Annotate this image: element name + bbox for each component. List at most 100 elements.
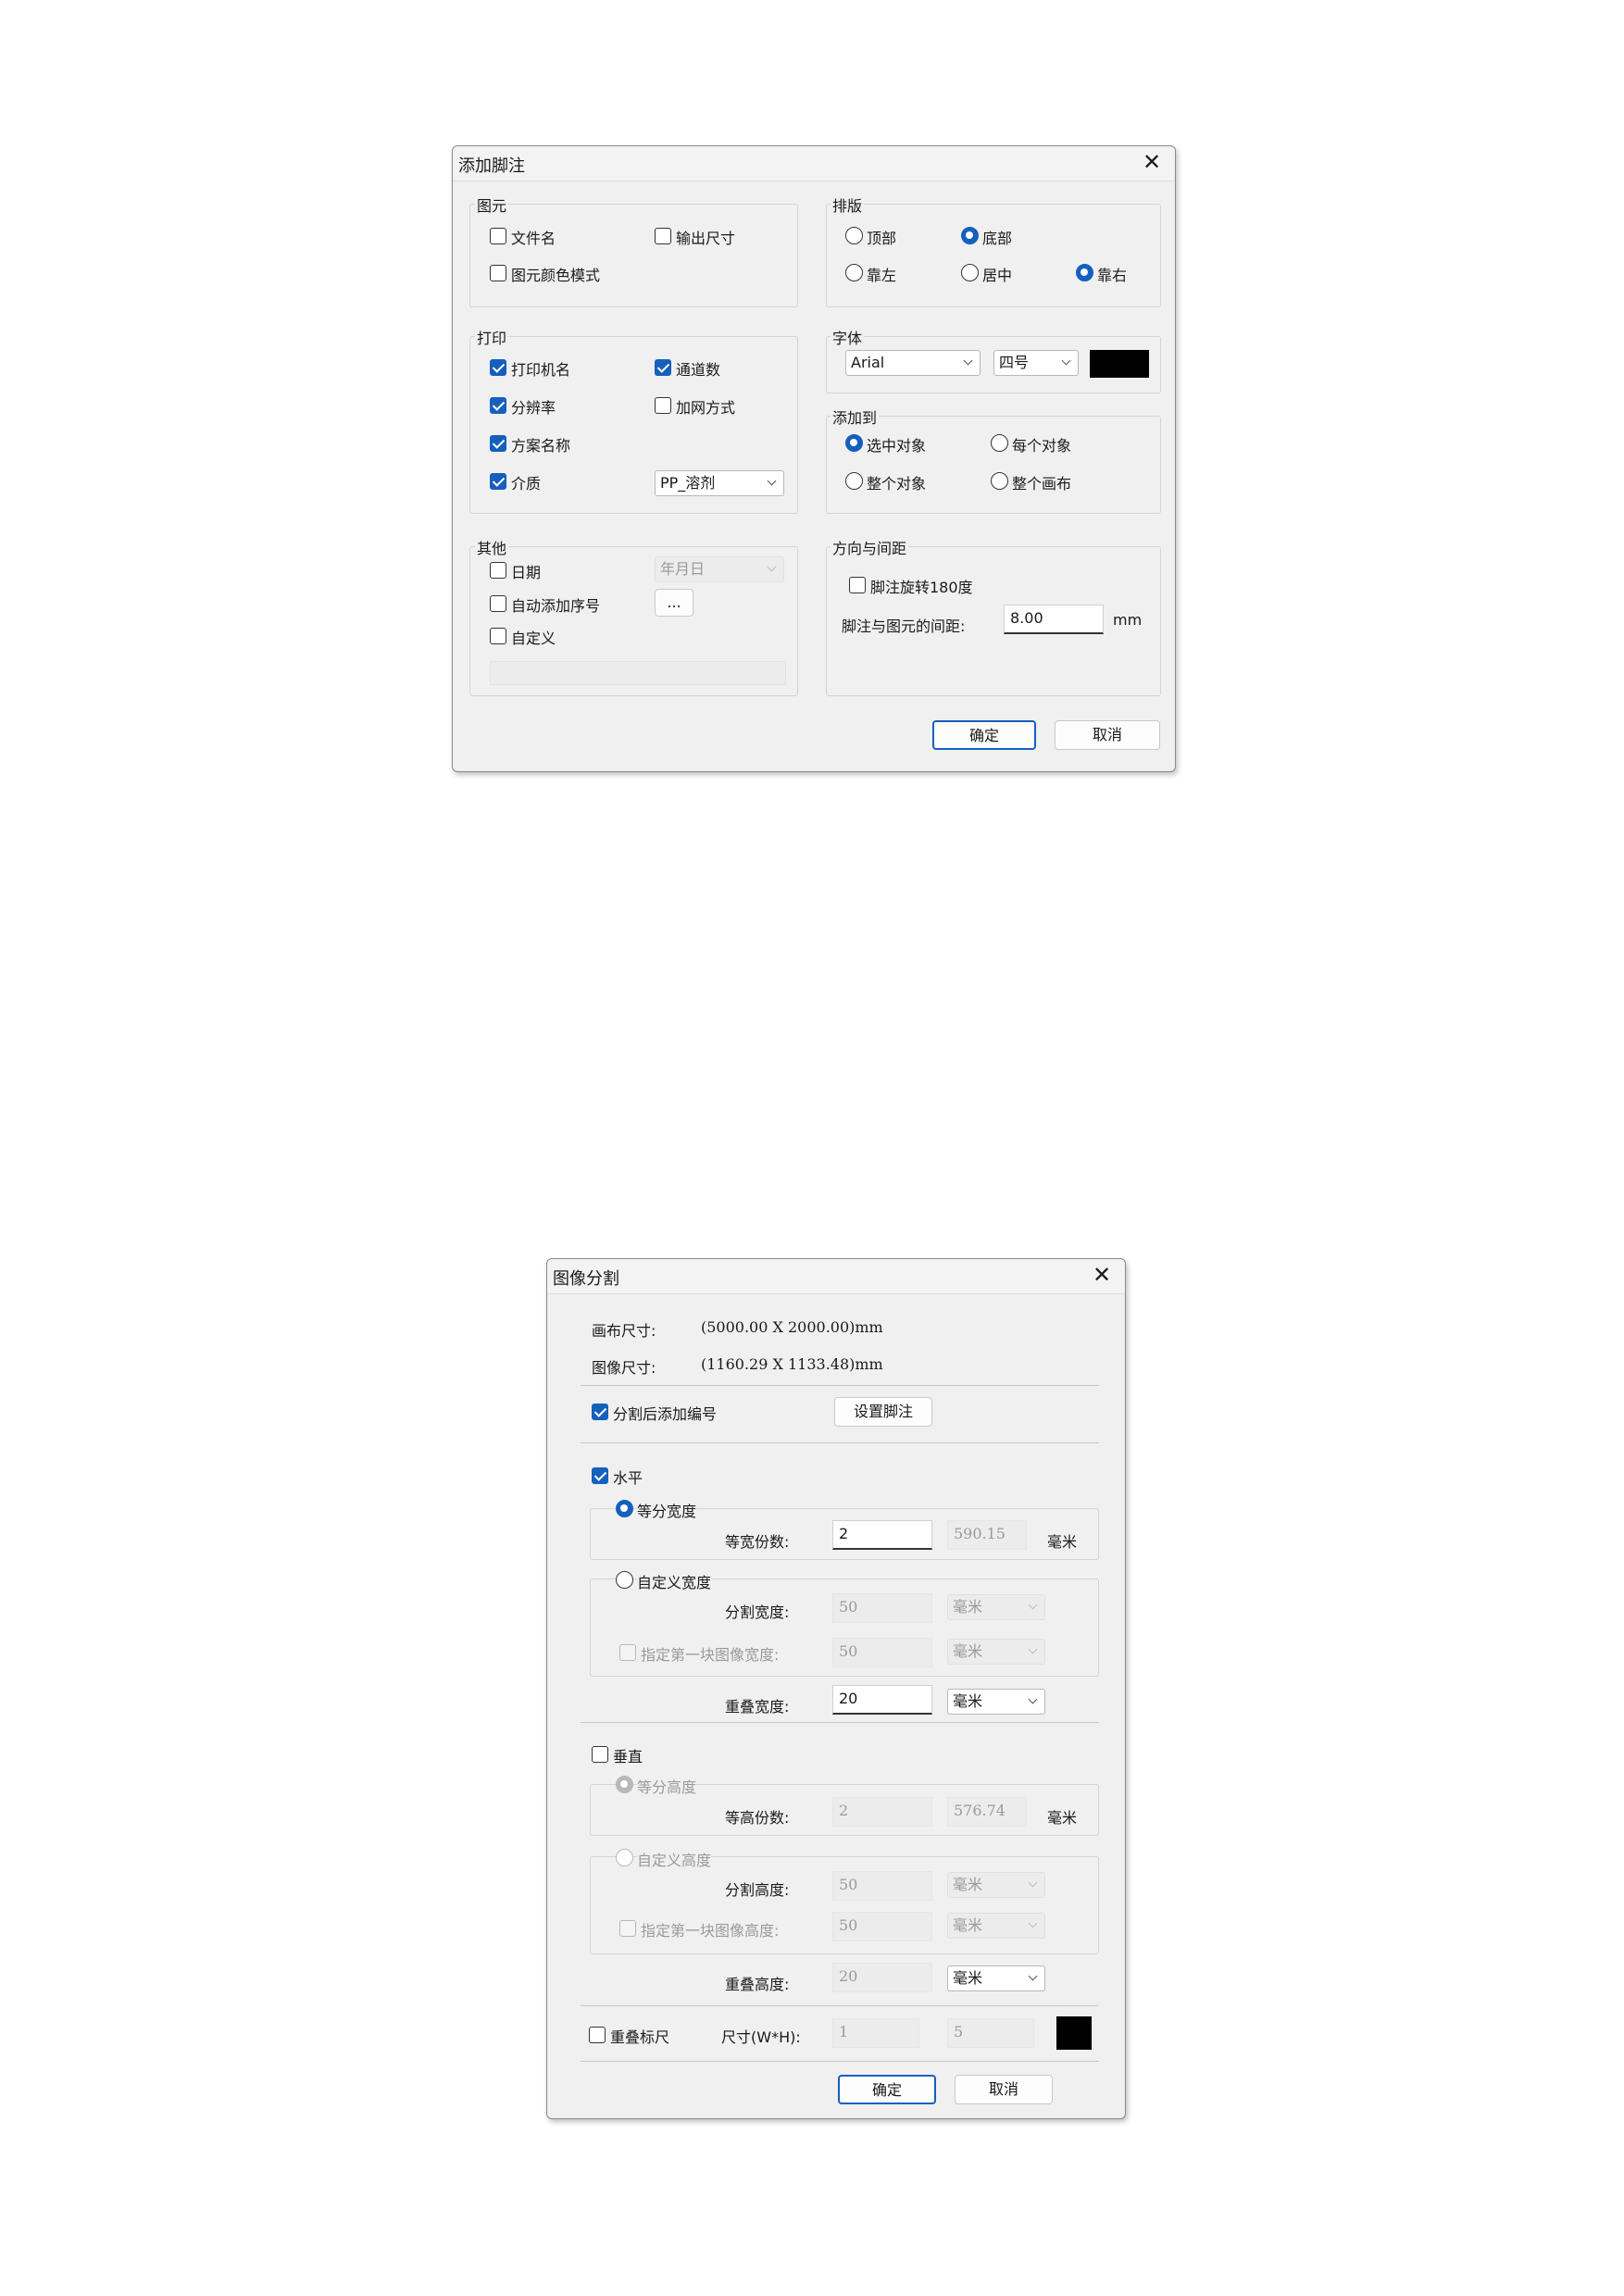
equal-width-result: 590.15 bbox=[947, 1520, 1027, 1550]
each-object-radio[interactable] bbox=[991, 434, 1008, 452]
resolution-checkbox[interactable] bbox=[490, 397, 506, 414]
file-name-checkbox[interactable] bbox=[490, 228, 506, 244]
first-height-checkbox[interactable] bbox=[619, 1920, 636, 1937]
horizontal-label: 水平 bbox=[613, 1469, 643, 1487]
color-mode-checkbox[interactable] bbox=[490, 265, 506, 281]
ok-button[interactable]: 确定 bbox=[838, 2075, 936, 2104]
close-icon[interactable]: ✕ bbox=[1088, 1261, 1116, 1289]
media-checkbox[interactable] bbox=[490, 473, 506, 490]
ruler-height-input[interactable]: 5 bbox=[947, 2018, 1034, 2048]
image-size-label: 图像尺寸: bbox=[592, 1359, 656, 1377]
split-width-input[interactable]: 50 bbox=[832, 1593, 932, 1623]
custom-label: 自定义 bbox=[511, 630, 556, 647]
layout-group bbox=[826, 204, 1161, 307]
ruler-width-input[interactable]: 1 bbox=[832, 2018, 919, 2048]
first-width-unit-select[interactable]: 毫米 bbox=[947, 1639, 1045, 1665]
overlap-height-input[interactable]: 20 bbox=[832, 1963, 932, 1992]
first-height-unit-select[interactable]: 毫米 bbox=[947, 1913, 1045, 1939]
overlap-width-unit-select[interactable]: 毫米 bbox=[947, 1689, 1045, 1715]
custom-height-radio[interactable] bbox=[616, 1849, 633, 1866]
split-height-unit-select[interactable]: 毫米 bbox=[947, 1872, 1045, 1898]
center-radio[interactable] bbox=[961, 264, 979, 281]
equal-height-radio[interactable] bbox=[616, 1776, 633, 1793]
equal-count-label: 等宽份数: bbox=[725, 1533, 790, 1551]
top-radio[interactable] bbox=[845, 227, 863, 244]
overlap-ruler-checkbox[interactable] bbox=[589, 2027, 606, 2043]
auto-number-checkbox[interactable] bbox=[490, 595, 506, 612]
first-height-input[interactable]: 50 bbox=[832, 1912, 932, 1941]
custom-checkbox[interactable] bbox=[490, 628, 506, 644]
scheme-name-label: 方案名称 bbox=[511, 437, 571, 455]
font-color-swatch[interactable] bbox=[1090, 350, 1149, 378]
image-split-dialog: 图像分割 ✕ 画布尺寸: (5000.00 X 2000.00)mm 图像尺寸:… bbox=[546, 1258, 1126, 2119]
split-height-input[interactable]: 50 bbox=[832, 1871, 932, 1901]
split-height-label: 分割高度: bbox=[725, 1881, 790, 1899]
direction-group-label: 方向与间距 bbox=[831, 536, 909, 558]
output-size-label: 输出尺寸 bbox=[676, 230, 736, 247]
channels-checkbox[interactable] bbox=[655, 359, 671, 376]
whole-object-label: 整个对象 bbox=[867, 475, 927, 493]
equal-count-input[interactable]: 2 bbox=[832, 1520, 932, 1550]
output-size-checkbox[interactable] bbox=[655, 228, 671, 244]
rotate-checkbox[interactable] bbox=[849, 577, 866, 593]
print-group-label: 打印 bbox=[475, 326, 509, 348]
cancel-button[interactable]: 取消 bbox=[1055, 720, 1160, 750]
graphic-group bbox=[469, 204, 798, 307]
cancel-button[interactable]: 取消 bbox=[955, 2075, 1053, 2104]
custom-width-radio[interactable] bbox=[616, 1571, 633, 1589]
equal-height-count-input[interactable]: 2 bbox=[832, 1797, 932, 1827]
equal-height-count-label: 等高份数: bbox=[725, 1809, 790, 1827]
vertical-label: 垂直 bbox=[613, 1748, 643, 1766]
custom-width-label: 自定义宽度 bbox=[637, 1570, 712, 1592]
first-width-checkbox[interactable] bbox=[619, 1644, 636, 1661]
scheme-name-checkbox[interactable] bbox=[490, 435, 506, 452]
add-number-label: 分割后添加编号 bbox=[613, 1405, 718, 1423]
horizontal-checkbox[interactable] bbox=[592, 1467, 608, 1484]
selected-objects-label: 选中对象 bbox=[867, 437, 927, 455]
each-object-label: 每个对象 bbox=[1012, 437, 1072, 455]
separator bbox=[581, 1442, 1099, 1443]
equal-height-result: 576.74 bbox=[947, 1797, 1027, 1827]
whole-object-radio[interactable] bbox=[845, 472, 863, 490]
media-select[interactable]: PP_溶剂 bbox=[655, 470, 784, 496]
title-bar[interactable]: 图像分割 ✕ bbox=[547, 1259, 1125, 1294]
dialog-title: 图像分割 bbox=[553, 1269, 619, 1289]
bottom-label: 底部 bbox=[982, 230, 1013, 247]
equal-width-radio[interactable] bbox=[616, 1500, 633, 1517]
overlap-height-unit-select[interactable]: 毫米 bbox=[947, 1965, 1045, 1991]
split-width-unit-select[interactable]: 毫米 bbox=[947, 1594, 1045, 1620]
bottom-radio[interactable] bbox=[961, 227, 979, 244]
ruler-color-swatch[interactable] bbox=[1056, 2016, 1092, 2050]
top-label: 顶部 bbox=[867, 230, 897, 247]
dialog-title: 添加脚注 bbox=[458, 156, 525, 176]
spacing-input[interactable]: 8.00 bbox=[1004, 605, 1104, 634]
selected-objects-radio[interactable] bbox=[845, 434, 863, 452]
vertical-checkbox[interactable] bbox=[592, 1746, 608, 1763]
date-checkbox[interactable] bbox=[490, 562, 506, 579]
spacing-unit: mm bbox=[1113, 611, 1143, 629]
right-radio[interactable] bbox=[1076, 264, 1093, 281]
add-number-checkbox[interactable] bbox=[592, 1404, 608, 1420]
ok-button[interactable]: 确定 bbox=[932, 720, 1036, 750]
resolution-label: 分辨率 bbox=[511, 399, 556, 417]
date-label: 日期 bbox=[511, 564, 542, 581]
title-bar[interactable]: 添加脚注 ✕ bbox=[453, 146, 1175, 181]
first-width-input[interactable]: 50 bbox=[832, 1638, 932, 1667]
screening-checkbox[interactable] bbox=[655, 397, 671, 414]
left-radio[interactable] bbox=[845, 264, 863, 281]
first-width-label: 指定第一块图像宽度: bbox=[641, 1646, 780, 1664]
ellipsis-button[interactable]: ... bbox=[655, 589, 693, 617]
whole-canvas-label: 整个画布 bbox=[1012, 475, 1072, 493]
custom-text-field[interactable] bbox=[490, 661, 786, 685]
first-height-label: 指定第一块图像高度: bbox=[641, 1922, 780, 1940]
overlap-width-input[interactable]: 20 bbox=[832, 1685, 932, 1715]
close-icon[interactable]: ✕ bbox=[1138, 148, 1166, 176]
printer-name-checkbox[interactable] bbox=[490, 359, 506, 376]
overlap-width-label: 重叠宽度: bbox=[725, 1698, 790, 1716]
rotate-label: 脚注旋转180度 bbox=[870, 579, 973, 596]
whole-canvas-radio[interactable] bbox=[991, 472, 1008, 490]
font-name-select[interactable]: Arial bbox=[845, 350, 981, 376]
font-size-select[interactable]: 四号 bbox=[993, 350, 1079, 376]
set-footnote-button[interactable]: 设置脚注 bbox=[834, 1397, 932, 1427]
date-format-select[interactable]: 年月日 bbox=[655, 556, 784, 582]
